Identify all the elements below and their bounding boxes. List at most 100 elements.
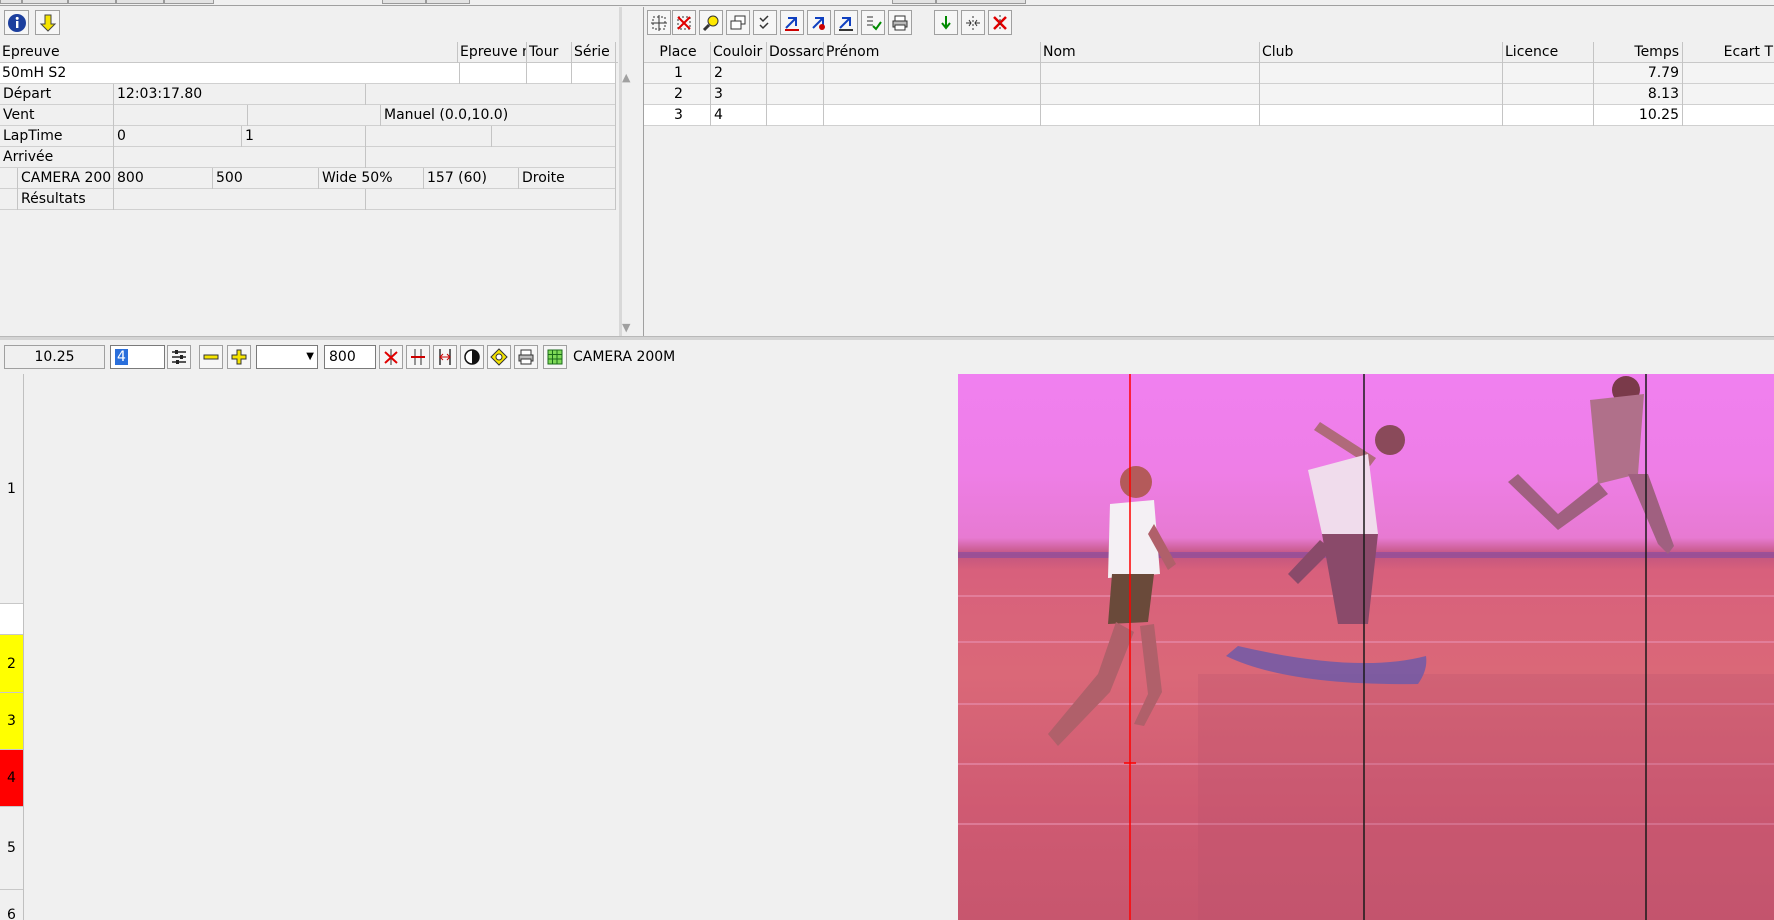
result-prenom[interactable] <box>824 63 1041 84</box>
move-button[interactable] <box>406 345 430 369</box>
tab-stub[interactable] <box>22 0 68 4</box>
tab-stub[interactable] <box>68 0 116 4</box>
lane-marker[interactable]: 1 <box>0 374 23 604</box>
resultats-cell-1[interactable] <box>114 189 366 210</box>
depart-value[interactable]: 12:03:17.80 <box>114 84 366 105</box>
result-dossard[interactable] <box>767 105 824 126</box>
col-dossard[interactable]: Dossard <box>767 42 824 63</box>
send-button[interactable] <box>834 10 858 35</box>
contrast-button[interactable] <box>460 345 484 369</box>
clear-lines-button[interactable] <box>379 345 403 369</box>
col-ecart[interactable]: Ecart T <box>1683 42 1774 63</box>
camera-row[interactable]: CAMERA 200 800 500 Wide 50% 157 (60) Dro… <box>0 168 616 189</box>
lane-input[interactable]: 4 <box>110 345 165 369</box>
import-button[interactable] <box>780 10 804 35</box>
tab-stub[interactable] <box>0 0 22 4</box>
validate-button[interactable] <box>934 10 958 35</box>
zoom-in-button[interactable] <box>227 345 251 369</box>
camera-value-1[interactable]: 800 <box>114 168 213 189</box>
event-name[interactable]: 50mH S2 <box>0 63 460 84</box>
print-results-button[interactable] <box>888 10 912 35</box>
result-nom[interactable] <box>1041 84 1260 105</box>
col-club[interactable]: Club <box>1260 42 1503 63</box>
print-image-button[interactable] <box>514 345 538 369</box>
vent-value[interactable]: Manuel (0.0,10.0) <box>381 105 616 126</box>
lane-marker[interactable]: 4 <box>0 750 23 807</box>
event-number-cell[interactable] <box>460 63 527 84</box>
lane-marker[interactable]: 2 <box>0 635 23 693</box>
left-scrollbar[interactable]: ▲ ▼ <box>618 69 635 337</box>
scroll-down-icon[interactable]: ▼ <box>622 321 630 334</box>
windows-button[interactable] <box>726 10 750 35</box>
laptime-value-1[interactable]: 0 <box>114 126 242 147</box>
tab-stub[interactable] <box>936 0 1026 4</box>
event-serie-cell[interactable] <box>572 63 616 84</box>
sort-button[interactable] <box>861 10 885 35</box>
validate-all-button[interactable] <box>753 10 777 35</box>
col-couloir[interactable]: Couloir <box>711 42 767 63</box>
camera-value-4[interactable]: 157 (60) <box>424 168 519 189</box>
camera-value-2[interactable]: 500 <box>213 168 319 189</box>
tab-stub[interactable] <box>382 0 426 4</box>
brightness-button[interactable] <box>487 345 511 369</box>
result-prenom[interactable] <box>824 105 1041 126</box>
col-place[interactable]: Place <box>644 42 711 63</box>
result-row[interactable]: 2 3 8.13 <box>644 84 1774 105</box>
col-prenom[interactable]: Prénom <box>824 42 1041 63</box>
camera-row-selector[interactable] <box>0 168 18 189</box>
vent-cell-1[interactable] <box>114 105 248 126</box>
scroll-up-icon[interactable]: ▲ <box>622 71 630 84</box>
download-button[interactable] <box>35 10 60 35</box>
tab-stub[interactable] <box>116 0 164 4</box>
tab-stub[interactable] <box>892 0 936 4</box>
camera-value-3[interactable]: Wide 50% <box>319 168 424 189</box>
result-club[interactable] <box>1260 84 1503 105</box>
grid-button[interactable] <box>543 345 567 369</box>
lane-marker[interactable]: 3 <box>0 693 23 750</box>
zoom-button[interactable] <box>699 10 723 35</box>
result-club[interactable] <box>1260 63 1503 84</box>
laptime-value-2[interactable]: 1 <box>242 126 366 147</box>
event-name-row[interactable]: 50mH S2 <box>0 63 616 84</box>
info-button[interactable] <box>4 10 29 35</box>
delete-capture-button[interactable] <box>672 10 696 35</box>
resultats-row-selector[interactable] <box>0 189 18 210</box>
result-licence[interactable] <box>1503 63 1594 84</box>
photo-finish-viewer[interactable] <box>24 374 1774 920</box>
export-button[interactable] <box>807 10 831 35</box>
delete-result-button[interactable] <box>988 10 1012 35</box>
capture-button[interactable] <box>647 10 671 35</box>
result-nom[interactable] <box>1041 63 1260 84</box>
arrivee-value[interactable] <box>114 147 366 168</box>
split-button[interactable] <box>961 10 985 35</box>
measure-button[interactable] <box>433 345 457 369</box>
lane-marker[interactable]: 5 <box>0 807 23 890</box>
result-nom[interactable] <box>1041 105 1260 126</box>
camera-value-5[interactable]: Droite <box>519 168 616 189</box>
zoom-dropdown[interactable]: ▼ <box>256 345 318 369</box>
result-dossard[interactable] <box>767 84 824 105</box>
vent-cell-2[interactable] <box>248 105 381 126</box>
resultats-row[interactable]: Résultats <box>0 189 616 210</box>
col-licence[interactable]: Licence <box>1503 42 1594 63</box>
zoom-out-button[interactable] <box>199 345 223 369</box>
lane-marker[interactable]: 6 <box>0 890 23 920</box>
result-club[interactable] <box>1260 105 1503 126</box>
result-row[interactable]: 1 2 7.79 <box>644 63 1774 84</box>
laptime-cell-4[interactable] <box>492 126 616 147</box>
col-nom[interactable]: Nom <box>1041 42 1260 63</box>
width-input[interactable]: 800 <box>324 345 376 369</box>
result-dossard[interactable] <box>767 63 824 84</box>
laptime-cell-3[interactable] <box>366 126 492 147</box>
finish-photo[interactable] <box>958 374 1774 920</box>
col-temps[interactable]: Temps <box>1594 42 1683 63</box>
result-licence[interactable] <box>1503 84 1594 105</box>
resultats-cell-2[interactable] <box>366 189 616 210</box>
tab-stub[interactable] <box>164 0 214 4</box>
result-licence[interactable] <box>1503 105 1594 126</box>
event-tour-cell[interactable] <box>527 63 572 84</box>
settings-button[interactable] <box>167 345 191 369</box>
result-prenom[interactable] <box>824 84 1041 105</box>
result-row-selected[interactable]: 3 4 10.25 <box>644 105 1774 126</box>
tab-stub[interactable] <box>426 0 470 4</box>
